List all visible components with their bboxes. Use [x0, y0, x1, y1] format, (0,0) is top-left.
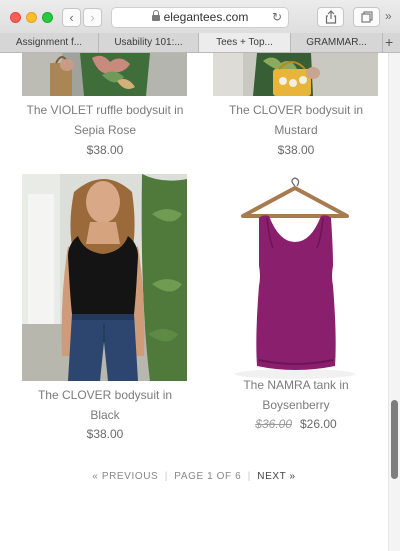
product-image-clover-mustard[interactable]	[213, 53, 378, 96]
pagination-divider: |	[247, 471, 251, 482]
product-price: $38.00	[86, 143, 124, 157]
show-tabs-button[interactable]	[353, 7, 380, 27]
forward-button[interactable]: ›	[83, 8, 102, 27]
tab-grammar[interactable]: GRAMMAR...	[291, 33, 383, 52]
chevron-right-icon: ›	[90, 10, 95, 25]
product-image-clover-black[interactable]	[22, 174, 187, 381]
product-title[interactable]: The CLOVER bodysuit in Mustard	[211, 100, 381, 140]
url-text: elegantees.com	[163, 10, 249, 24]
product-title[interactable]: The CLOVER bodysuit in Black	[20, 385, 190, 425]
product-price: $36.00 $26.00	[211, 417, 381, 431]
tab-assignment[interactable]: Assignment f...	[0, 33, 99, 52]
share-button[interactable]	[317, 7, 344, 27]
page-indicator: PAGE 1 OF 6	[174, 471, 242, 482]
product-photo	[213, 174, 378, 381]
fullscreen-window-button[interactable]	[42, 12, 53, 23]
product-photo	[22, 174, 187, 381]
browser-toolbar: ‹ › elegantees.com ↻ »	[0, 0, 400, 34]
address-bar[interactable]: elegantees.com ↻	[111, 7, 289, 28]
product-image-namra-boysenberry[interactable]	[213, 174, 378, 381]
previous-page-link[interactable]: « PREVIOUS	[92, 471, 158, 482]
chevron-left-icon: ‹	[69, 10, 74, 25]
page-viewport: The VIOLET ruffle bodysuit in Sepia Rose…	[0, 53, 388, 551]
new-tab-button[interactable]: +	[385, 33, 393, 51]
sale-price: $26.00	[300, 417, 337, 431]
pagination: « PREVIOUS | PAGE 1 OF 6 | NEXT »	[0, 471, 388, 482]
close-window-button[interactable]	[10, 12, 21, 23]
tab-usability[interactable]: Usability 101:...	[99, 33, 199, 52]
tabs-overview-icon	[360, 11, 373, 23]
product-price: $38.00	[277, 143, 315, 157]
next-page-link[interactable]: NEXT »	[257, 471, 295, 482]
product-title[interactable]: The NAMRA tank in Boysenberry	[211, 375, 381, 415]
product-title[interactable]: The VIOLET ruffle bodysuit in Sepia Rose	[20, 100, 190, 140]
scrollbar-thumb[interactable]	[391, 400, 398, 479]
product-photo	[22, 53, 187, 96]
share-icon	[325, 10, 336, 24]
original-price: $36.00	[255, 417, 292, 431]
lock-icon	[151, 10, 160, 21]
reload-icon[interactable]: ↻	[272, 8, 282, 27]
product-image-violet-sepia-rose[interactable]	[22, 53, 187, 96]
minimize-window-button[interactable]	[26, 12, 37, 23]
back-button[interactable]: ‹	[62, 8, 81, 27]
tab-tees-tops[interactable]: Tees + Top...	[199, 33, 291, 52]
pagination-divider: |	[164, 471, 168, 482]
more-icon[interactable]: »	[385, 9, 392, 23]
product-price: $38.00	[86, 427, 124, 441]
tab-bar: Assignment f... Usability 101:... Tees +…	[0, 33, 400, 53]
product-photo	[213, 53, 378, 96]
